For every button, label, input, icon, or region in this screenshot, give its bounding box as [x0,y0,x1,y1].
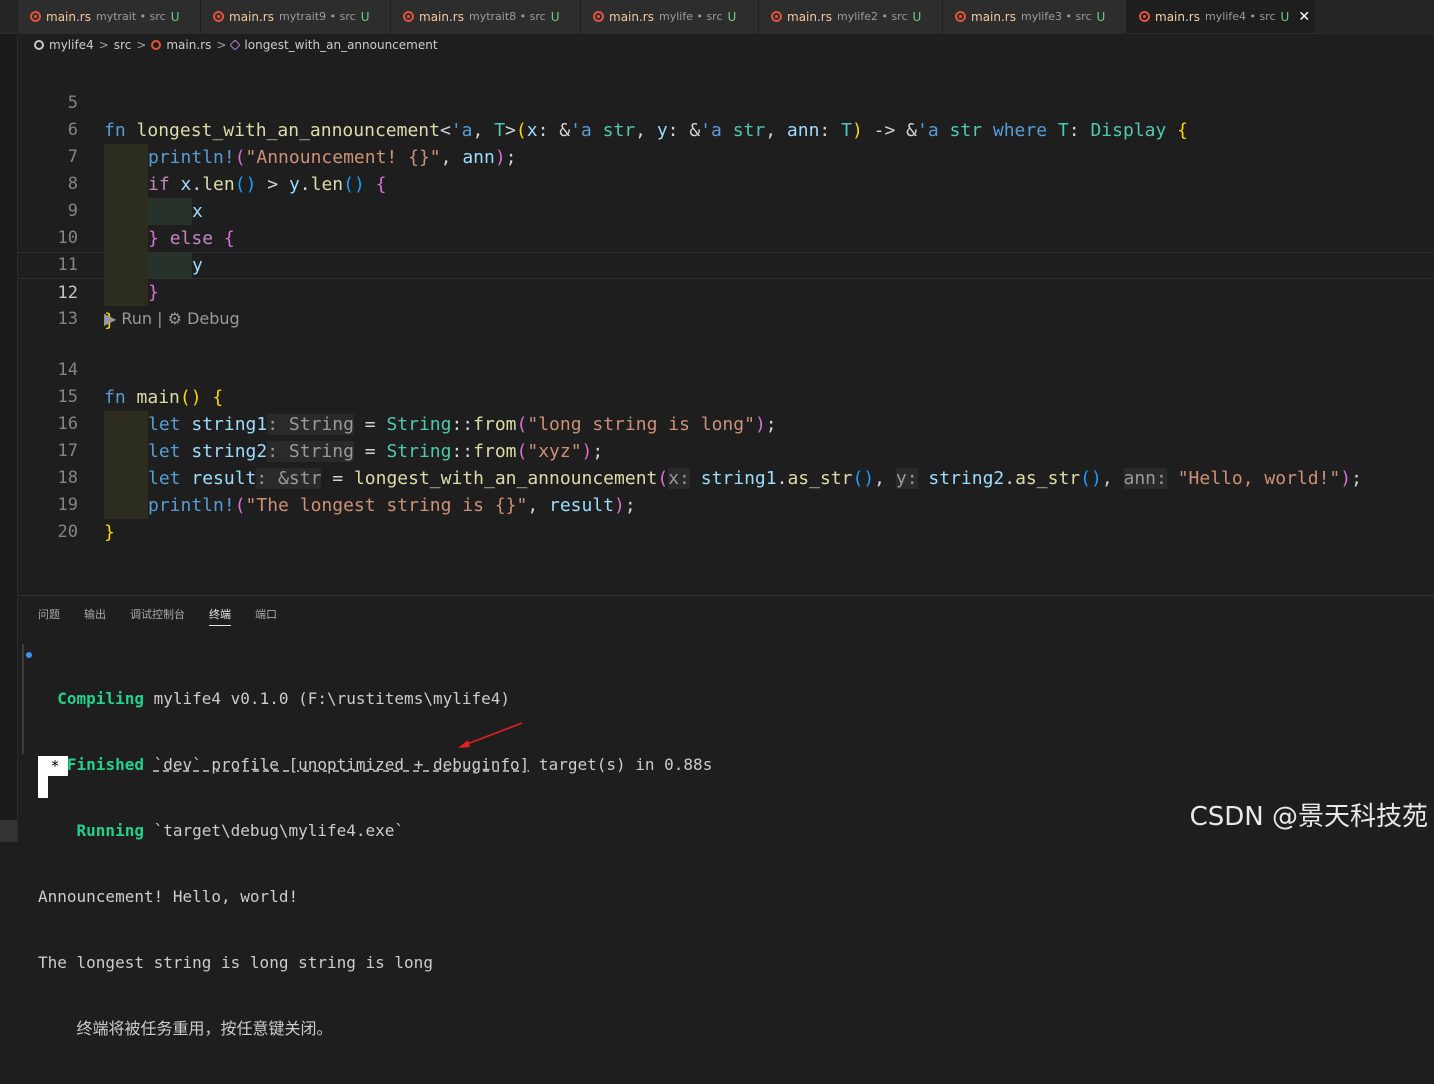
tab-file-name: main.rs [419,9,464,24]
tab-description: mylife • src [658,10,723,23]
rust-icon [593,11,604,22]
project-icon [34,40,44,50]
function-symbol-icon [229,39,242,51]
code-line[interactable]: 16 let string2: String = String::from("x… [18,384,1434,465]
bottom-panel: 问题 输出 调试控制台 终端 端口 Compiling mylife4 v0.1… [18,595,1434,1038]
command-decoration-icon[interactable] [26,652,32,658]
code-line[interactable]: 10 y [18,198,1434,279]
rust-icon [955,11,966,22]
activity-bar [0,34,18,842]
tab-status: U [170,9,180,24]
line-number: 20 [57,522,78,542]
code-line[interactable]: 19 } [18,465,1434,543]
tab-mytrait9[interactable]: main.rs mytrait9 • src U [201,0,391,33]
watermark: CSDN @景天科技苑 [1189,802,1428,832]
tab-description: mylife3 • src [1020,10,1092,23]
rust-icon [403,11,414,22]
terminal-line: 终端将被任务重用，按任意键关闭。 [76,1019,333,1038]
breadcrumb-separator: > [216,38,227,52]
code-line[interactable]: 17 let result: &str = longest_with_an_an… [18,411,1434,492]
editor-tab-bar: main.rs mytrait • src U main.rs mytrait9… [0,0,1434,34]
line-content: } [104,522,115,543]
tab-output[interactable]: 输出 [84,606,106,626]
tab-status: U [1096,9,1106,24]
tab-terminal[interactable]: 终端 [209,606,231,626]
rust-icon [213,11,224,22]
tab-status: U [727,9,737,24]
tab-description: mylife4 • src [1204,10,1276,23]
code-line[interactable]: 9 } else { [18,171,1434,252]
tab-mytrait[interactable]: main.rs mytrait • src U [18,0,201,33]
code-line[interactable]: 14 fn main() { [18,330,1434,408]
code-line[interactable]: 18 println!("The longest string is {}", … [18,438,1434,519]
code-line-current[interactable]: 12 } [18,252,1434,331]
tab-description: mytrait • src [95,10,166,23]
breadcrumb-project[interactable]: mylife4 [49,38,94,52]
terminal-gutter [22,644,24,754]
tab-file-name: main.rs [46,9,91,24]
tab-description: mytrait9 • src [278,10,356,23]
status-bar-stub [0,820,17,842]
breadcrumb-folder[interactable]: src [114,38,132,52]
tab-description: mylife2 • src [836,10,908,23]
rust-icon [771,11,782,22]
terminal-line: Announcement! Hello, world! [38,887,299,906]
tab-status: U [912,9,922,24]
tab-file-name: main.rs [971,9,1016,24]
tab-mylife2[interactable]: main.rs mylife2 • src U [759,0,943,33]
code-line[interactable]: 8 x [18,144,1434,225]
code-line[interactable]: 6 println!("Announcement! {}", ann); [18,90,1434,171]
panel-tab-bar: 问题 输出 调试控制台 终端 端口 [38,606,277,626]
terminal-line: Running `target\debug\mylife4.exe` [76,821,405,840]
code-line[interactable]: 7 if x.len() > y.len() { [18,117,1434,198]
rust-icon [30,11,41,22]
tab-status: U [1280,9,1290,24]
tab-status: U [550,9,560,24]
rust-icon [1139,11,1150,22]
breadcrumb-separator: > [98,38,109,52]
code-line[interactable]: 11 } [18,225,1434,306]
tab-mylife[interactable]: main.rs mylife • src U [581,0,759,33]
breadcrumb-symbol[interactable]: longest_with_an_announcement [244,38,437,52]
breadcrumb: mylife4 > src > main.rs > longest_with_a… [0,34,1434,56]
close-icon[interactable]: ✕ [1298,9,1310,25]
tab-status: U [360,9,370,24]
tab-file-name: main.rs [609,9,654,24]
terminal-output[interactable]: Compiling mylife4 v0.1.0 (F:\rustitems\m… [38,644,712,1084]
tab-description: mytrait8 • src [468,10,546,23]
code-editor[interactable]: 5 fn longest_with_an_announcement<'a, T>… [18,58,1434,590]
code-line[interactable]: 20 [18,492,1434,542]
annotation-arrow-icon [458,722,523,748]
run-debug-codelens[interactable]: ▶ Run | ⚙ Debug [104,307,240,331]
code-line[interactable]: 13 [18,279,1434,329]
terminal-line: Finished `dev` profile [unoptimized + de… [66,755,713,774]
breadcrumb-separator: > [136,38,147,52]
tab-mylife4[interactable]: main.rs mylife4 • src U ✕ [1127,0,1314,33]
line-number: 13 [57,309,78,329]
tab-mylife3[interactable]: main.rs mylife3 • src U [943,0,1127,33]
terminal-line: The longest string is long string is lon… [38,953,433,972]
terminal-line: Compiling mylife4 v0.1.0 (F:\rustitems\m… [57,689,511,708]
tab-ports[interactable]: 端口 [255,606,277,626]
tab-file-name: main.rs [1155,9,1200,24]
code-line[interactable]: 5 fn longest_with_an_announcement<'a, T>… [18,63,1434,141]
tab-problems[interactable]: 问题 [38,606,60,626]
terminal-cursor-char: * [42,756,68,776]
tab-file-name: main.rs [787,9,832,24]
tab-debug-console[interactable]: 调试控制台 [130,606,185,626]
breadcrumb-file[interactable]: main.rs [166,38,211,52]
rust-icon [151,40,162,50]
code-line[interactable]: 15 let string1: String = String::from("l… [18,357,1434,438]
tab-mytrait8[interactable]: main.rs mytrait8 • src U [391,0,581,33]
tab-file-name: main.rs [229,9,274,24]
